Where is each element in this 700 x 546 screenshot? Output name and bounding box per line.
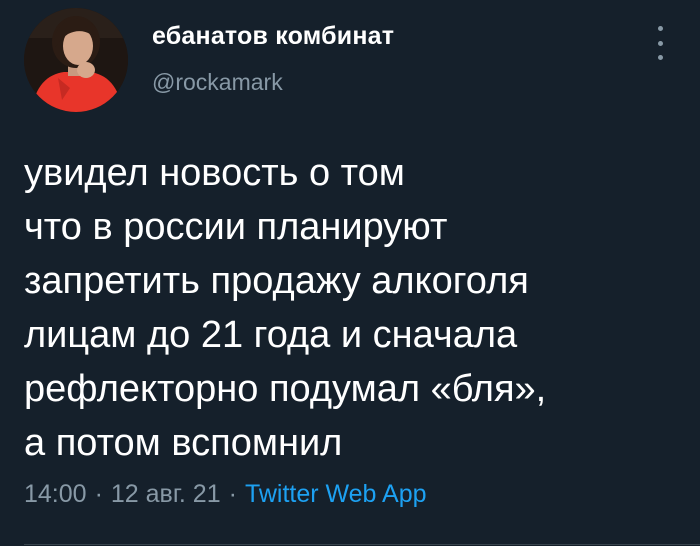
meta-separator: · — [228, 480, 237, 508]
user-handle[interactable]: @rockamark — [152, 69, 283, 96]
tweet-text-line: увидел новость о том — [24, 152, 405, 194]
tweet-time[interactable]: 14:00 — [24, 480, 87, 508]
tweet-text-line: что в россии планируют — [24, 206, 448, 248]
tweet-text-line: запретить продажу алкоголя — [24, 260, 529, 302]
more-dot — [657, 40, 663, 46]
more-dot — [657, 26, 663, 31]
more-dot — [657, 55, 663, 60]
tweet-text: увидел новость о том что в россии планир… — [24, 146, 684, 470]
avatar-photo — [24, 8, 128, 112]
tweet-text-line: а потом вспомнил — [24, 422, 343, 464]
tweet-source-link[interactable]: Twitter Web App — [245, 480, 427, 508]
display-name[interactable]: ебанатов комбинат — [152, 22, 394, 51]
tweet-date[interactable]: 12 авг. 21 — [111, 480, 221, 508]
avatar[interactable] — [24, 8, 128, 112]
tweet-text-line: рефлекторно подумал «бля», — [24, 368, 547, 410]
divider — [24, 544, 700, 545]
tweet-text-line: лицам до 21 года и сначала — [24, 314, 518, 356]
more-vertical-icon[interactable] — [656, 26, 664, 60]
tweet-meta: 14:00 · 12 авг. 21 · Twitter Web App — [24, 480, 427, 509]
meta-separator: · — [94, 480, 103, 508]
